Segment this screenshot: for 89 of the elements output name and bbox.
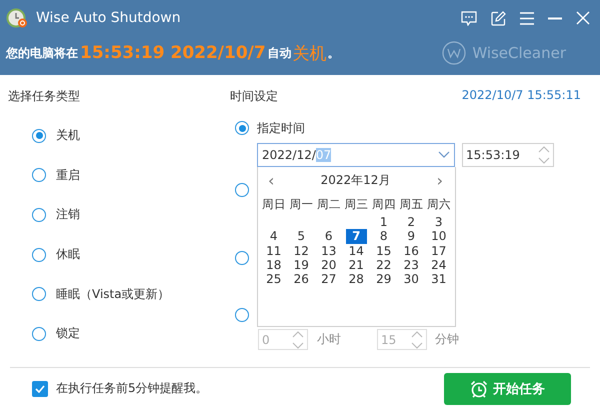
weekday-label: 周二 (316, 197, 342, 213)
window-title: Wise Auto Shutdown (36, 10, 182, 26)
radio-button[interactable] (235, 251, 249, 265)
calendar-day[interactable]: 31 (428, 272, 450, 286)
calendar-day[interactable]: 11 (263, 244, 284, 258)
next-month-button[interactable]: › (436, 170, 443, 190)
banner-text: 。 (328, 44, 340, 62)
radio-button[interactable] (32, 248, 46, 262)
calendar-day[interactable]: 14 (346, 244, 367, 258)
calendar-day[interactable]: 12 (290, 244, 312, 258)
scheduled-time: 15:53:19 2022/10/7 (80, 43, 266, 63)
calendar-day[interactable]: 26 (290, 272, 312, 286)
radio-button[interactable] (32, 168, 46, 182)
checkmark-icon (35, 384, 45, 392)
calendar-day[interactable]: 13 (318, 244, 340, 258)
calendar-day[interactable]: 30 (400, 272, 422, 286)
radio-button[interactable] (235, 121, 249, 135)
hours-unit: 小时 (317, 331, 341, 348)
banner-text: 自动 (268, 44, 292, 62)
calendar-day[interactable]: 8 (373, 229, 394, 243)
option-label: 休眠 (56, 246, 80, 264)
banner-text: 您的电脑将在 (6, 44, 78, 62)
calendar-day[interactable]: 22 (373, 258, 394, 272)
calendar-day[interactable]: 4 (263, 229, 284, 243)
calendar-day[interactable]: 20 (318, 258, 340, 272)
radio-button[interactable] (32, 128, 46, 143)
date-field[interactable]: 2022/12/07 (257, 143, 455, 167)
radio-button[interactable] (235, 183, 249, 197)
scheduled-action: 关机 (292, 42, 327, 64)
calendar-day[interactable]: 16 (400, 244, 422, 258)
dropdown-chevron-icon[interactable] (438, 151, 450, 159)
minutes-unit: 分钟 (435, 331, 459, 348)
weekday-label: 周五 (398, 197, 424, 213)
spin-arrows-icon[interactable] (411, 330, 423, 348)
calendar-day[interactable]: 2 (400, 215, 422, 229)
calendar-day[interactable]: 17 (428, 244, 450, 258)
checkbox-label: 在执行任务前5分钟提醒我。 (56, 380, 208, 397)
option-label: 关机 (56, 127, 80, 144)
time-field[interactable]: 15:53:19 (462, 143, 554, 167)
option-label: 指定时间 (257, 120, 305, 136)
brand-logo-icon (442, 41, 466, 65)
calendar-day[interactable]: 7 (346, 229, 367, 244)
radio-button[interactable] (235, 308, 249, 322)
spin-arrows-icon[interactable] (292, 330, 304, 348)
calendar-month-title: 2022年12月 (320, 172, 390, 188)
option-label: 锁定 (56, 325, 80, 342)
weekday-label: 周日 (260, 197, 287, 213)
calendar-day[interactable]: 18 (263, 258, 284, 272)
calendar-day[interactable]: 3 (428, 215, 450, 229)
radio-button[interactable] (32, 208, 46, 222)
brand-name: WiseCleaner (472, 44, 566, 62)
menu-icon[interactable] (520, 12, 534, 24)
calendar-day[interactable]: 19 (290, 258, 312, 272)
current-time: 2022/10/7 15:55:11 (462, 88, 581, 104)
weekday-label: 周一 (288, 197, 314, 213)
weekday-label: 周六 (426, 197, 452, 213)
edit-icon[interactable] (491, 10, 506, 26)
radio-button[interactable] (32, 287, 46, 302)
radio-button[interactable] (32, 326, 46, 341)
selected-date-text: 07 (316, 148, 332, 162)
calendar-day[interactable]: 24 (428, 258, 450, 272)
option-label: 睡眠（Vista或更新） (56, 286, 170, 303)
calendar-day[interactable]: 28 (346, 272, 367, 286)
calendar-day[interactable]: 10 (428, 229, 450, 243)
calendar-day[interactable]: 9 (400, 229, 422, 243)
close-icon[interactable] (576, 11, 590, 25)
section-heading: 选择任务类型 (8, 88, 81, 104)
calendar-day[interactable]: 6 (318, 229, 340, 243)
calendar-day[interactable]: 27 (318, 272, 340, 286)
calendar-day[interactable]: 25 (263, 272, 284, 286)
calendar-day[interactable]: 21 (346, 258, 367, 272)
calendar-day[interactable]: 1 (373, 215, 394, 229)
calendar-day[interactable]: 29 (373, 272, 394, 286)
alarm-clock-icon (470, 380, 488, 398)
option-label: 重启 (56, 166, 80, 184)
minimize-icon[interactable] (548, 16, 562, 20)
calendar-day[interactable]: 15 (373, 244, 394, 258)
date-value: 2022/12/ (262, 148, 316, 162)
weekday-label: 周四 (370, 197, 397, 213)
chat-icon[interactable] (461, 10, 477, 26)
checkbox[interactable] (32, 380, 48, 396)
calendar-day[interactable]: 23 (400, 258, 422, 272)
weekday-label: 周三 (343, 197, 370, 213)
app-logo-icon (6, 7, 28, 29)
previous-month-button[interactable]: ‹ (268, 170, 274, 190)
calendar-day[interactable]: 5 (290, 229, 312, 243)
section-heading: 时间设定 (230, 88, 278, 104)
spin-arrows-icon[interactable] (538, 146, 550, 164)
option-label: 注销 (56, 206, 80, 224)
